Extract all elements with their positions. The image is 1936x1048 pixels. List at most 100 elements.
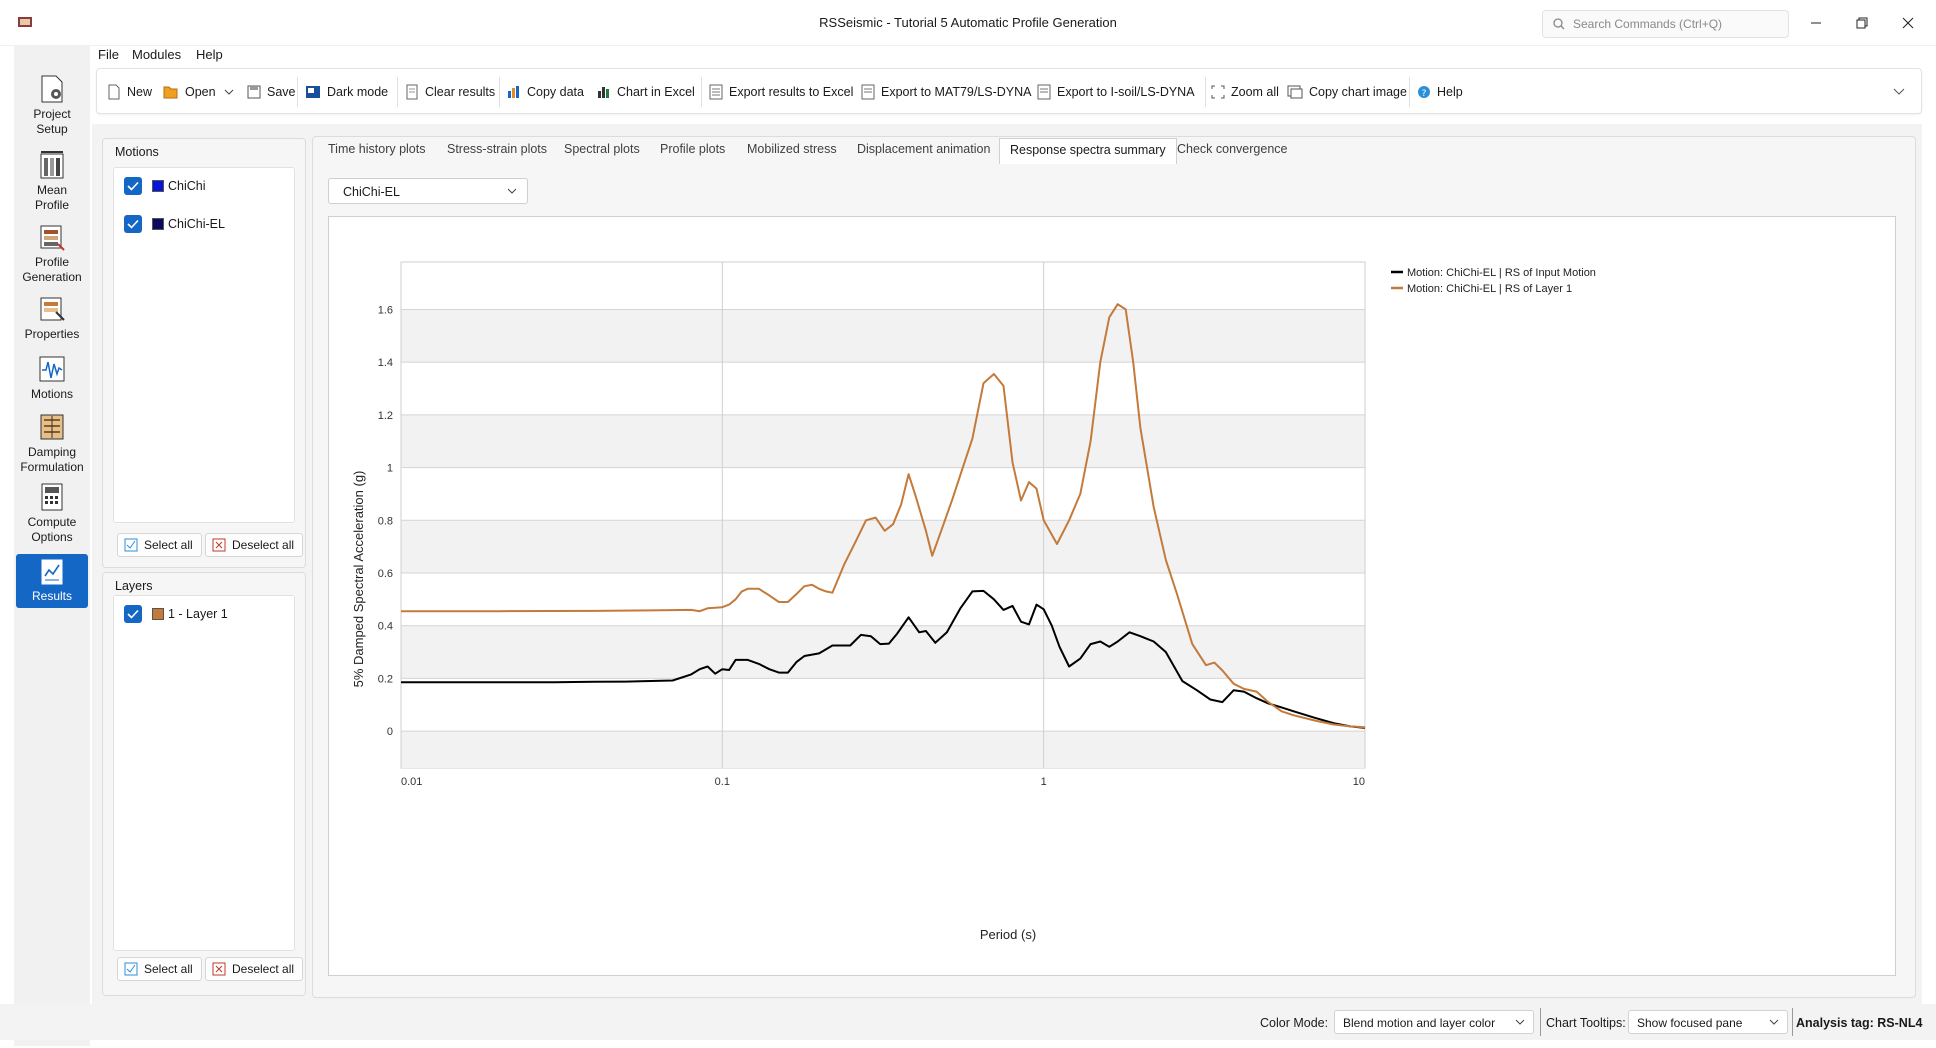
motion-select-dropdown[interactable]: ChiChi-EL bbox=[328, 178, 528, 204]
select-all-icon bbox=[124, 538, 138, 552]
chevron-down-icon bbox=[224, 89, 233, 95]
tab-displacement-animation[interactable]: Displacement animation bbox=[857, 138, 990, 162]
motion-checkbox[interactable] bbox=[124, 215, 142, 233]
minimize-button[interactable] bbox=[1796, 10, 1836, 36]
y-tick-label: 0.6 bbox=[378, 568, 393, 580]
motion-checkbox[interactable] bbox=[124, 177, 142, 195]
tab-profile-plots[interactable]: Profile plots bbox=[660, 138, 725, 162]
motion-label: ChiChi bbox=[168, 179, 206, 193]
deselect-all-label: Deselect all bbox=[232, 538, 295, 552]
zoom-all-icon bbox=[1211, 85, 1225, 99]
export-excel-icon bbox=[709, 84, 723, 100]
restore-button[interactable] bbox=[1842, 10, 1882, 36]
new-button[interactable]: New bbox=[107, 79, 152, 105]
tab-check-convergence[interactable]: Check convergence bbox=[1177, 138, 1287, 162]
copy-data-label: Copy data bbox=[527, 85, 584, 99]
checkmark-icon bbox=[127, 219, 139, 229]
tab-stress-strain-plots[interactable]: Stress-strain plots bbox=[447, 138, 547, 162]
chart-tooltips-select[interactable]: Show focused pane bbox=[1628, 1010, 1788, 1034]
nav-label: Options bbox=[31, 530, 73, 544]
tab-mobilized-stress[interactable]: Mobilized stress bbox=[747, 138, 837, 162]
chart-excel-icon bbox=[598, 87, 609, 98]
export-mat79-button[interactable]: Export to MAT79/LS-DYNA bbox=[861, 79, 1032, 105]
y-tick-labels: 0 0.2 0.4 0.6 0.8 1 1.2 1.4 1.6 bbox=[378, 304, 393, 738]
motions-list: ChiChi ChiChi-EL bbox=[113, 167, 295, 523]
export-isoil-button[interactable]: Export to I-soil/LS-DYNA bbox=[1037, 79, 1195, 105]
checkmark-icon bbox=[127, 609, 139, 619]
analysis-tag: Analysis tag: RS-NL4 bbox=[1796, 1016, 1923, 1030]
nav-label: Project bbox=[33, 107, 71, 121]
toolbar: New Open Save Dark mode Clear results Co… bbox=[96, 68, 1922, 114]
dark-mode-button[interactable]: Dark mode bbox=[305, 79, 388, 105]
clear-results-label: Clear results bbox=[425, 85, 496, 99]
menu-modules[interactable]: Modules bbox=[132, 47, 181, 62]
open-label: Open bbox=[185, 85, 216, 99]
plot-area-bands bbox=[400, 261, 1366, 769]
search-commands-input[interactable]: Search Commands (Ctrl+Q) bbox=[1542, 10, 1789, 38]
toolbar-separator bbox=[1205, 77, 1206, 107]
motions-deselect-all-button[interactable]: Deselect all bbox=[205, 533, 304, 557]
color-mode-select[interactable]: Blend motion and layer color bbox=[1334, 1010, 1534, 1034]
chart-legend: Motion: ChiChi-EL | RS of Input Motion Mo… bbox=[1391, 267, 1596, 295]
motions-icon bbox=[39, 356, 65, 382]
project-setup-icon bbox=[41, 75, 63, 103]
nav-damping-formulation[interactable]: Damping Formulation bbox=[16, 412, 88, 475]
nav-label: Damping bbox=[27, 445, 77, 459]
search-icon bbox=[1553, 18, 1565, 30]
layer-color-swatch bbox=[152, 608, 164, 620]
tab-time-history-plots[interactable]: Time history plots bbox=[328, 138, 425, 162]
menu-help[interactable]: Help bbox=[196, 47, 223, 62]
export-excel-button[interactable]: Export results to Excel bbox=[709, 79, 853, 105]
close-button[interactable] bbox=[1888, 10, 1928, 36]
y-tick-label: 0 bbox=[387, 726, 393, 738]
deselect-all-icon bbox=[212, 538, 226, 552]
layer-checkbox[interactable] bbox=[124, 605, 142, 623]
nav-compute-options[interactable]: Compute Options bbox=[16, 482, 88, 545]
nav-results[interactable]: Results bbox=[16, 554, 88, 608]
nav-properties[interactable]: Properties bbox=[16, 294, 88, 342]
plot-band bbox=[401, 414, 1365, 468]
tab-response-spectra-summary[interactable]: Response spectra summary bbox=[999, 138, 1177, 164]
nav-profile-generation[interactable]: Profile Generation bbox=[16, 222, 88, 285]
help-button[interactable]: ? Help bbox=[1417, 79, 1463, 105]
layers-deselect-all-button[interactable]: Deselect all bbox=[205, 957, 304, 981]
toolbar-expand-button[interactable] bbox=[1893, 79, 1911, 105]
copy-data-button[interactable]: Copy data bbox=[507, 79, 584, 105]
chart-container: 0 0.2 0.4 0.6 0.8 1 1.2 1.4 1.6 0.01 0.1 1 10 Motio… bbox=[328, 216, 1896, 976]
y-tick-label: 0.2 bbox=[378, 673, 393, 685]
layers-select-all-button[interactable]: Select all bbox=[117, 957, 202, 981]
nav-label: Generation bbox=[22, 270, 82, 284]
chart-tooltips-value: Show focused pane bbox=[1637, 1016, 1743, 1030]
motion-item-chichi[interactable]: ChiChi bbox=[124, 176, 206, 196]
clear-results-button[interactable]: Clear results bbox=[405, 79, 495, 105]
export-isoil-icon bbox=[1037, 84, 1051, 100]
copy-chart-image-button[interactable]: Copy chart image bbox=[1287, 79, 1407, 105]
menu-file[interactable]: File bbox=[98, 47, 119, 62]
zoom-all-button[interactable]: Zoom all bbox=[1211, 79, 1279, 105]
response-spectra-chart[interactable]: 0 0.2 0.4 0.6 0.8 1 1.2 1.4 1.6 0.01 0.1 1 10 Motio… bbox=[329, 217, 1895, 975]
motion-item-chichi-el[interactable]: ChiChi-EL bbox=[124, 214, 225, 234]
help-label: Help bbox=[1437, 85, 1463, 99]
x-tick-label: 1 bbox=[1041, 776, 1047, 788]
toolbar-separator bbox=[397, 77, 398, 107]
export-mat79-label: Export to MAT79/LS-DYNA bbox=[881, 85, 1032, 99]
tab-spectral-plots[interactable]: Spectral plots bbox=[564, 138, 640, 162]
properties-icon bbox=[40, 297, 65, 321]
export-excel-label: Export results to Excel bbox=[729, 85, 854, 99]
layers-panel-title: Layers bbox=[115, 579, 153, 593]
new-file-icon bbox=[108, 84, 120, 100]
close-icon bbox=[1902, 17, 1914, 29]
nav-project-setup[interactable]: Project Setup bbox=[16, 74, 88, 137]
layer-item-1[interactable]: 1 - Layer 1 bbox=[124, 604, 228, 624]
nav-mean-profile[interactable]: Mean Profile bbox=[16, 150, 88, 213]
damping-formulation-icon bbox=[40, 414, 64, 440]
chart-tooltips-label: Chart Tooltips: bbox=[1546, 1016, 1626, 1030]
nav-motions[interactable]: Motions bbox=[16, 354, 88, 402]
restore-icon bbox=[1856, 17, 1868, 29]
open-button[interactable]: Open bbox=[163, 79, 240, 105]
toolbar-separator bbox=[499, 77, 500, 107]
chart-in-excel-button[interactable]: Chart in Excel bbox=[597, 79, 695, 105]
save-button[interactable]: Save bbox=[247, 79, 296, 105]
motions-select-all-button[interactable]: Select all bbox=[117, 533, 202, 557]
nav-label: Setup bbox=[36, 122, 68, 136]
